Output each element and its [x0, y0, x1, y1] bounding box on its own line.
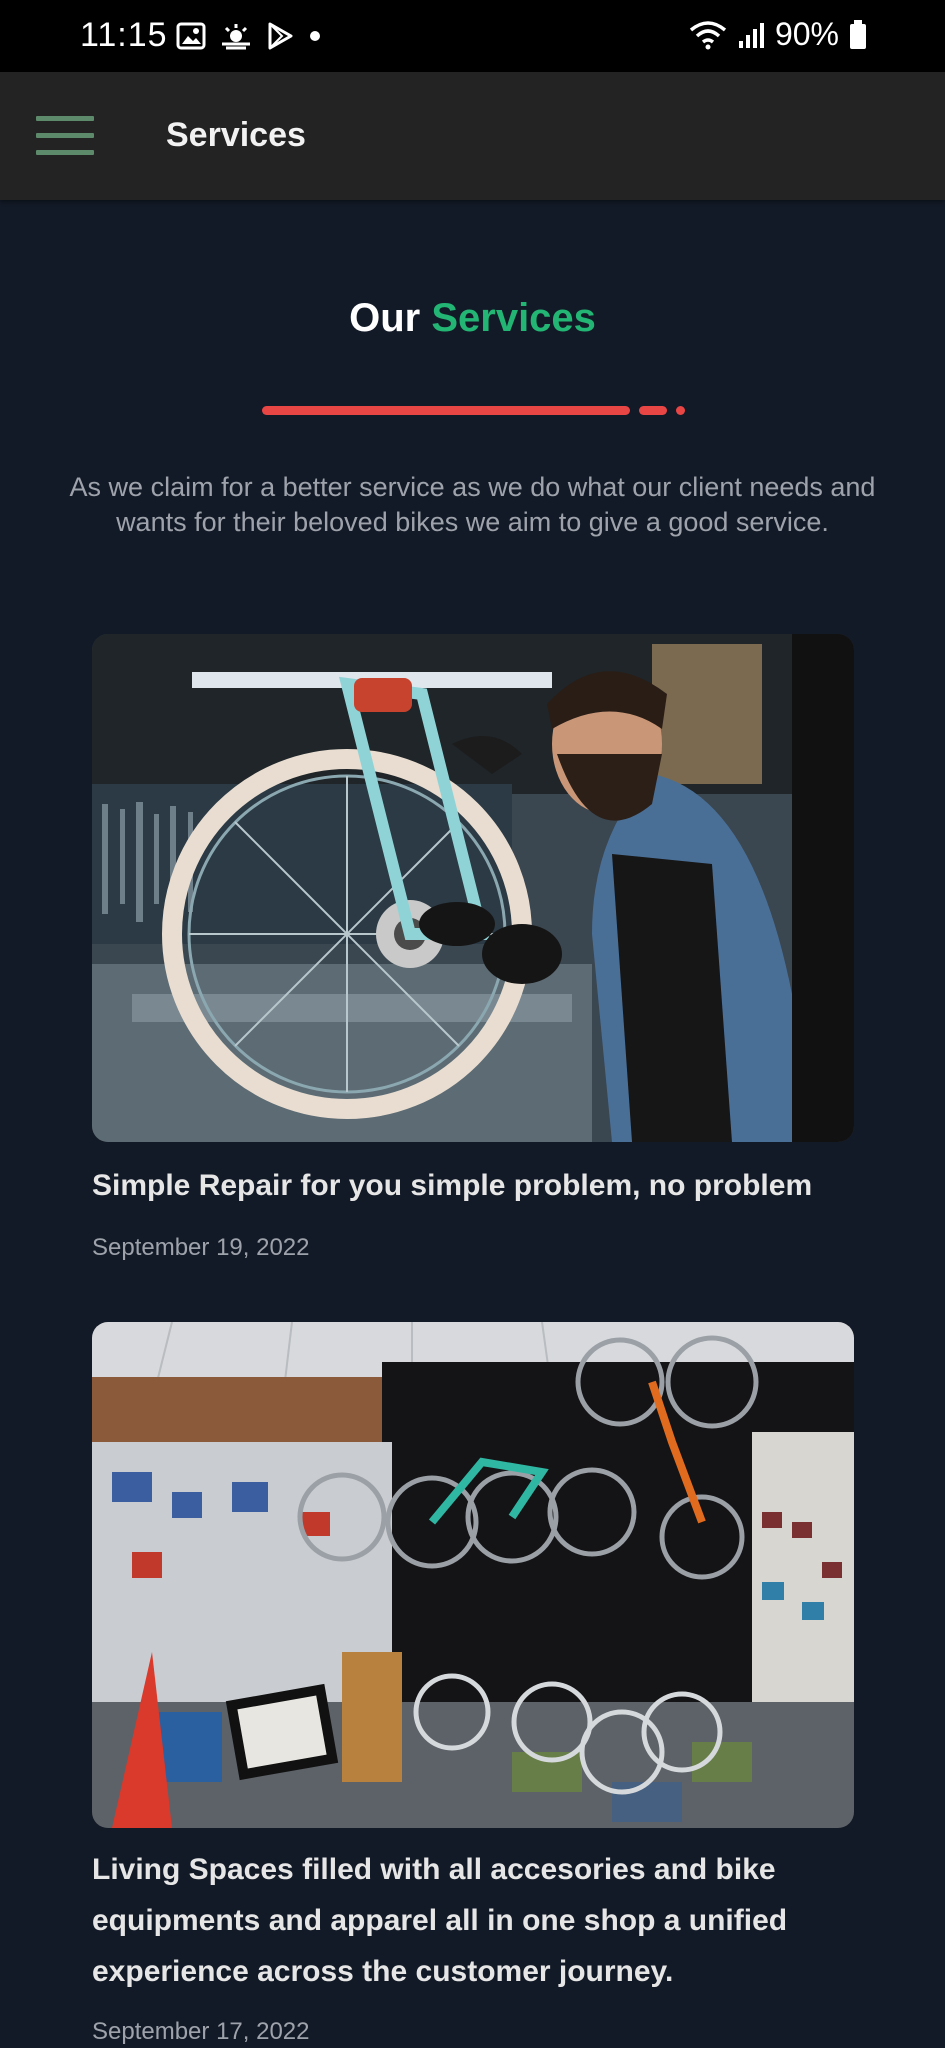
service-card-date: September 17, 2022: [92, 2018, 310, 2045]
status-system-icons: 90%: [689, 16, 867, 53]
service-card-date: September 19, 2022: [92, 1234, 310, 1261]
hamburger-menu-icon[interactable]: [36, 116, 94, 156]
service-card-title[interactable]: Simple Repair for you simple problem, no…: [92, 1160, 872, 1211]
divider-long: [262, 406, 630, 415]
status-notification-icons: [176, 18, 322, 54]
section-heading: Our Services: [0, 296, 945, 341]
section-intro: As we claim for a better service as we d…: [69, 472, 876, 537]
heading-accent: Services: [431, 296, 596, 340]
heading-prefix: Our: [349, 296, 421, 340]
service-card-image[interactable]: [92, 634, 854, 1142]
wifi-icon: [689, 20, 727, 49]
divider-dot: [676, 406, 685, 415]
battery-percent: 90%: [774, 16, 839, 52]
battery-icon: [850, 19, 866, 49]
app-bar: Services: [0, 72, 945, 200]
bike-shop-photo: [92, 1322, 854, 1828]
service-card-image[interactable]: [92, 1322, 854, 1828]
status-time: 11:15: [80, 16, 168, 54]
app-bar-title: Services: [166, 116, 306, 154]
bike-mechanic-photo: [92, 634, 854, 1142]
divider-short: [639, 406, 667, 415]
weather-icon: [222, 24, 250, 50]
signal-icon: [738, 22, 764, 48]
status-bar: 11:15 90%: [0, 0, 945, 72]
play-store-icon: [268, 22, 293, 50]
gallery-icon: [176, 22, 206, 50]
service-card-title[interactable]: Living Spaces filled with all accesories…: [92, 1844, 872, 1997]
dot-icon: [310, 31, 320, 41]
